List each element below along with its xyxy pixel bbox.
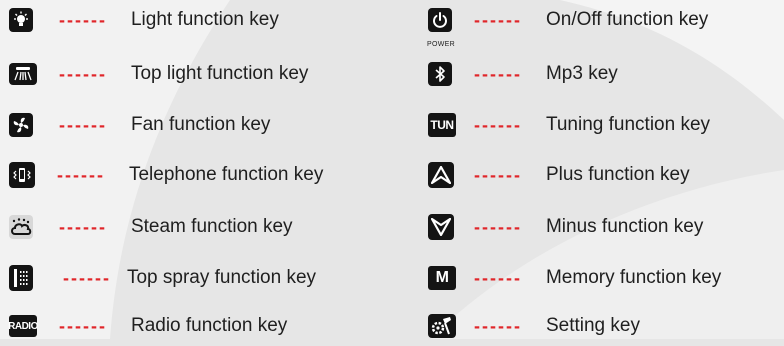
legend-label: Plus function key: [545, 164, 690, 185]
plus-arrow-icon: [428, 162, 454, 188]
setting-icon: [428, 314, 456, 338]
legend-row-top-spray: ------ Top spray function key: [9, 258, 316, 298]
connector-dashes: ------: [59, 217, 107, 237]
legend-row-light: ------ Light function key: [9, 0, 279, 40]
legend-row-steam: ------ Steam function key: [9, 207, 293, 247]
legend-label: Setting key: [545, 315, 640, 336]
connector-dashes: ------: [59, 10, 107, 30]
legend-row-setting: ------ Setting key: [428, 306, 640, 346]
power-caption: POWER: [427, 41, 455, 48]
legend-row-memory: M ------ Memory function key: [428, 258, 721, 298]
connector-dashes: ------: [474, 217, 522, 237]
legend-label: Top spray function key: [126, 267, 317, 288]
minus-arrow-icon: [428, 214, 454, 240]
legend-row-tuning: TUN ------ Tuning function key: [428, 105, 710, 145]
legend-row-telephone: ------ Telephone function key: [9, 155, 323, 195]
memory-icon: M: [428, 266, 456, 290]
connector-dashes: ------: [59, 64, 107, 84]
legend-row-plus: ------ Plus function key: [428, 155, 690, 195]
connector-dashes: ------: [474, 268, 522, 288]
fan-icon: [9, 113, 33, 137]
legend-label: Memory function key: [545, 267, 722, 288]
radio-icon: RADIO: [8, 315, 38, 337]
legend-label: Tuning function key: [545, 114, 711, 135]
connector-dashes: ------: [59, 316, 107, 336]
connector-dashes: ------: [59, 115, 107, 135]
connector-dashes: ------: [57, 165, 105, 185]
legend-row-top-light: ------ Top light function key: [9, 54, 308, 94]
legend-label: Fan function key: [130, 114, 271, 135]
legend-row-power: ------ On/Off function key: [428, 0, 708, 40]
legend-label: Top light function key: [130, 63, 309, 84]
power-icon: [428, 8, 452, 32]
legend-row-radio: RADIO ------ Radio function key: [8, 306, 288, 346]
legend-label: Mp3 key: [545, 63, 618, 84]
legend-row-minus: ------ Minus function key: [428, 207, 703, 247]
top-light-icon: [9, 63, 37, 85]
steam-icon: [9, 215, 33, 239]
top-spray-icon: [9, 265, 33, 291]
legend-row-fan: ------ Fan function key: [9, 105, 270, 145]
connector-dashes: ------: [474, 165, 522, 185]
connector-dashes: ------: [474, 64, 522, 84]
legend-label: On/Off function key: [545, 9, 709, 30]
legend-label: Steam function key: [130, 216, 293, 237]
telephone-icon: [9, 162, 35, 188]
legend-row-mp3: ------ Mp3 key: [428, 54, 618, 94]
tuning-icon: TUN: [428, 113, 456, 137]
legend-label: Radio function key: [130, 315, 288, 336]
connector-dashes: ------: [63, 268, 111, 288]
connector-dashes: ------: [474, 115, 522, 135]
connector-dashes: ------: [474, 316, 522, 336]
connector-dashes: ------: [474, 10, 522, 30]
legend-label: Telephone function key: [128, 164, 324, 185]
legend-label: Light function key: [130, 9, 279, 30]
light-bulb-icon: [9, 8, 33, 32]
legend-label: Minus function key: [545, 216, 704, 237]
bluetooth-icon: [428, 62, 452, 86]
